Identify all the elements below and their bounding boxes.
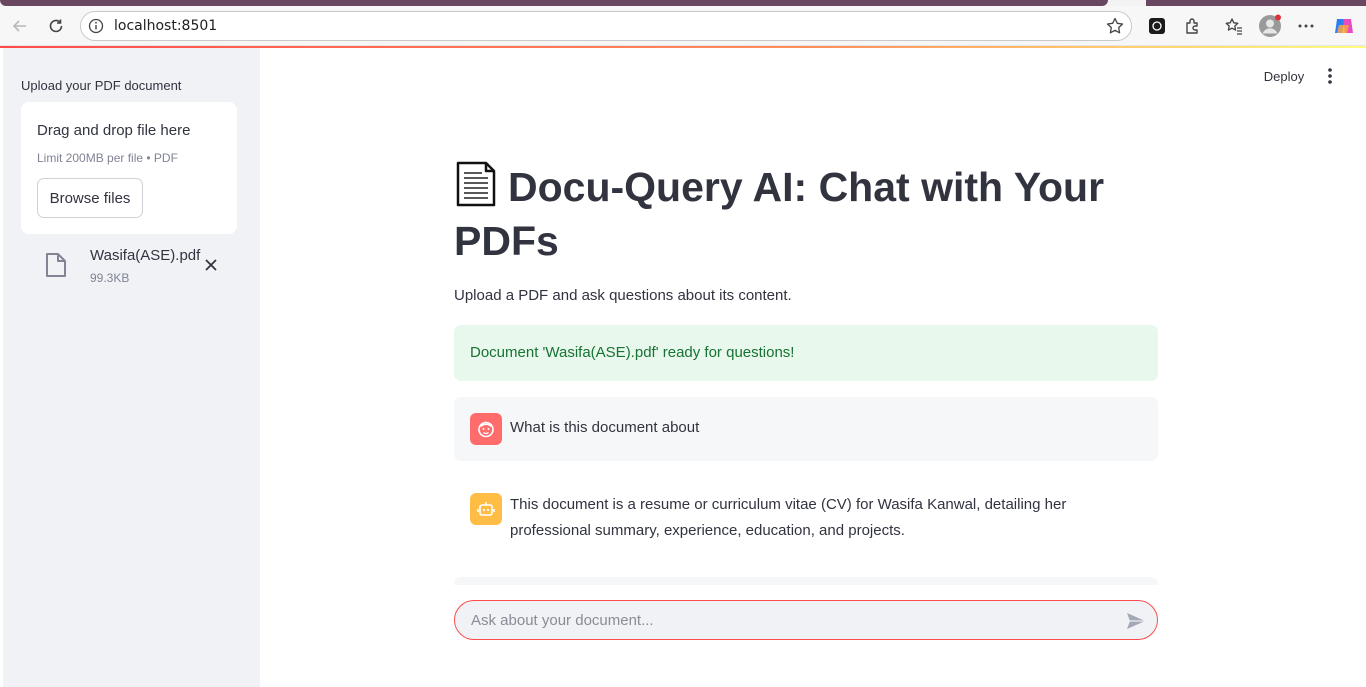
browser-menu-icon[interactable]	[1290, 10, 1322, 42]
back-arrow-icon	[12, 20, 26, 32]
main-menu-icon[interactable]	[1320, 64, 1340, 88]
site-info-icon[interactable]	[88, 18, 104, 39]
reload-button[interactable]	[40, 10, 72, 42]
user-avatar-icon	[470, 413, 502, 445]
browse-files-button[interactable]: Browse files	[37, 178, 143, 218]
dropzone-limit: Limit 200MB per file • PDF	[37, 151, 178, 165]
copilot-icon[interactable]	[1328, 10, 1360, 42]
uploaded-file-size: 99.3KB	[90, 271, 130, 285]
send-icon[interactable]	[1125, 610, 1147, 632]
uploader-label: Upload your PDF document	[21, 78, 182, 93]
extension-chatgpt-icon[interactable]	[1141, 10, 1173, 42]
page-subtitle: Upload a PDF and ask questions about its…	[454, 287, 792, 304]
back-button[interactable]	[4, 10, 36, 42]
chat-message-partial	[454, 577, 1158, 585]
dropzone-title: Drag and drop file here	[37, 122, 191, 139]
favorites-icon[interactable]	[1218, 10, 1250, 42]
browser-toolbar: localhost:8501	[0, 6, 1366, 46]
chat-message-text: This document is a resume or curriculum …	[510, 496, 1067, 539]
deploy-button[interactable]: Deploy	[1256, 64, 1312, 88]
success-alert-text: Document 'Wasifa(ASE).pdf' ready for que…	[470, 344, 795, 361]
chat-message-text: What is this document about	[510, 419, 700, 436]
document-page-icon	[454, 161, 498, 207]
uploaded-file-item: Wasifa(ASE).pdf 99.3KB	[21, 244, 237, 292]
profile-avatar[interactable]	[1254, 10, 1286, 42]
reload-icon	[49, 19, 63, 33]
chat-message-assistant: This document is a resume or curriculum …	[454, 477, 1158, 569]
file-dropzone[interactable]: Drag and drop file here Limit 200MB per …	[21, 102, 237, 234]
chat-message-user: What is this document about	[454, 397, 1158, 461]
page-title: Docu-Query AI: Chat with Your PDFs	[454, 160, 1158, 268]
chat-input[interactable]	[471, 609, 1111, 631]
chat-input-container	[454, 600, 1158, 640]
file-icon	[45, 252, 67, 283]
url-text: localhost:8501	[114, 18, 218, 34]
address-bar[interactable]: localhost:8501	[80, 11, 1132, 41]
success-alert: Document 'Wasifa(ASE).pdf' ready for que…	[454, 325, 1158, 381]
page-title-text: Docu-Query AI: Chat with Your PDFs	[454, 164, 1105, 264]
extensions-puzzle-icon[interactable]	[1177, 10, 1209, 42]
assistant-bot-icon	[470, 493, 502, 525]
uploaded-file-name: Wasifa(ASE).pdf	[90, 247, 201, 264]
remove-file-icon[interactable]	[203, 257, 219, 273]
favorite-star-icon[interactable]	[1105, 16, 1125, 41]
